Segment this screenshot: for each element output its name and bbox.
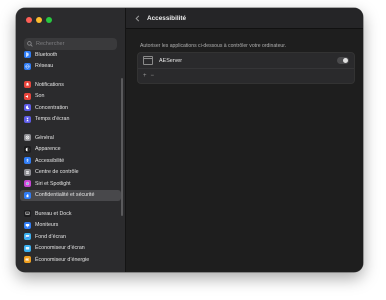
- sidebar-item-apparence[interactable]: Apparence: [20, 144, 121, 156]
- sidebar-item-label: Économiseur d’écran: [35, 245, 85, 252]
- dock-icon: [24, 210, 31, 218]
- settings-window: Bluetooth Réseau Notifications Son Concentra…: [16, 8, 363, 272]
- bluetooth-icon: [24, 51, 31, 59]
- app-name: AEServer: [159, 57, 183, 64]
- sidebar-item-notifications[interactable]: Notifications: [20, 79, 121, 91]
- back-button[interactable]: [132, 13, 142, 23]
- sidebar-item-concentration[interactable]: Concentration: [20, 102, 121, 114]
- sidebar: Bluetooth Réseau Notifications Son Concentra…: [16, 8, 126, 272]
- sidebar-item-accessibilite[interactable]: Accessibilité: [20, 155, 121, 167]
- accessibility-icon: [24, 157, 31, 165]
- sidebar-item-fond-d-ecran[interactable]: Fond d’écran: [20, 231, 121, 243]
- sidebar-item-label: Général: [35, 134, 54, 141]
- sidebar-item-economiseur-d-ecran[interactable]: Économiseur d’écran: [20, 243, 121, 255]
- app-window-icon: [143, 56, 153, 65]
- app-toggle[interactable]: [337, 57, 349, 64]
- search-input[interactable]: [36, 41, 114, 47]
- sidebar-item-label: Apparence: [35, 146, 61, 153]
- moon-icon: [24, 104, 31, 112]
- sidebar-item-label: Accessibilité: [35, 157, 65, 164]
- sidebar-group: Bureau et Dock Moniteurs Fond d’écran Écono…: [16, 208, 125, 266]
- sidebar-item-centre-de-controle[interactable]: Centre de contrôle: [20, 167, 121, 179]
- sidebar-item-siri-et-spotlight[interactable]: Siri et Spotlight: [20, 178, 121, 190]
- zoom-button[interactable]: [46, 17, 52, 23]
- sidebar-item-label: Économiseur d’énergie: [35, 256, 90, 263]
- search-icon: [24, 41, 36, 47]
- sidebar-group: Notifications Son Concentration Temps d’écr…: [16, 79, 125, 125]
- appearance-icon: [24, 145, 31, 153]
- hourglass-icon: [24, 115, 31, 123]
- sidebar-item-label: Siri et Spotlight: [35, 180, 71, 187]
- sidebar-item-label: Bluetooth: [35, 51, 58, 58]
- sidebar-item-label: Confidentialité et sécurité: [35, 192, 95, 199]
- sidebar-item-label: Fond d’écran: [35, 233, 66, 240]
- sidebar-item-reseau[interactable]: Réseau: [20, 61, 121, 73]
- sidebar-item-bureau-et-dock[interactable]: Bureau et Dock: [20, 208, 121, 220]
- main-pane: Accessibilité Autoriser les applications…: [126, 8, 363, 272]
- close-button[interactable]: [26, 17, 32, 23]
- siri-icon: [24, 180, 31, 188]
- description-text: Autoriser les applications ci-dessous à …: [140, 43, 287, 49]
- sidebar-item-economiseur-d-energie[interactable]: Économiseur d’énergie: [20, 254, 121, 266]
- page-title: Accessibilité: [147, 14, 187, 22]
- sidebar-group: Bluetooth Réseau: [16, 49, 125, 72]
- control-center-icon: [24, 168, 31, 176]
- list-controls: + −: [138, 68, 354, 82]
- sidebar-nav: Bluetooth Réseau Notifications Son Concentra…: [16, 49, 125, 272]
- sidebar-item-label: Notifications: [35, 81, 64, 88]
- remove-button[interactable]: −: [151, 73, 155, 79]
- sidebar-item-label: Centre de contrôle: [35, 169, 79, 176]
- sidebar-item-temps-d-ecran[interactable]: Temps d’écran: [20, 114, 121, 126]
- sidebar-item-confidentialite-et-securite[interactable]: Confidentialité et sécurité: [20, 189, 121, 201]
- sidebar-item-label: Son: [35, 93, 45, 100]
- sidebar-item-general[interactable]: Général: [20, 132, 121, 144]
- toolbar: Accessibilité: [126, 8, 363, 29]
- battery-icon: [24, 256, 31, 264]
- bell-icon: [24, 81, 31, 89]
- sidebar-item-bluetooth[interactable]: Bluetooth: [20, 49, 121, 61]
- globe-icon: [24, 62, 31, 70]
- sidebar-item-label: Réseau: [35, 63, 54, 70]
- sidebar-item-son[interactable]: Son: [20, 91, 121, 103]
- sidebar-item-moniteurs[interactable]: Moniteurs: [20, 220, 121, 232]
- hand-icon: [24, 191, 31, 199]
- sidebar-item-label: Moniteurs: [35, 222, 59, 229]
- speaker-icon: [24, 92, 31, 100]
- sidebar-group: Général Apparence Accessibilité Centre de c…: [16, 132, 125, 201]
- add-button[interactable]: +: [143, 73, 147, 79]
- traffic-lights: [26, 17, 52, 23]
- sidebar-item-label: Bureau et Dock: [35, 210, 72, 217]
- wallpaper-icon: [24, 233, 31, 241]
- gear-icon: [24, 134, 31, 142]
- toggle-knob: [343, 58, 348, 63]
- screensaver-icon: [24, 244, 31, 252]
- display-icon: [24, 221, 31, 229]
- chevron-left-icon: [135, 15, 139, 21]
- sidebar-item-label: Temps d’écran: [35, 116, 70, 123]
- minimize-button[interactable]: [36, 17, 42, 23]
- sidebar-scrollbar[interactable]: [121, 78, 123, 216]
- list-item: AEServer: [138, 53, 354, 68]
- app-list: AEServer + −: [137, 52, 355, 84]
- sidebar-item-label: Concentration: [35, 104, 68, 111]
